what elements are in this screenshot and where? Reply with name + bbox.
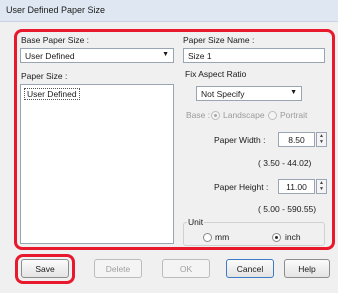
cancel-button[interactable]: Cancel — [226, 259, 274, 278]
window-title: User Defined Paper Size — [6, 5, 106, 15]
delete-button[interactable]: Delete — [94, 259, 142, 278]
ok-button[interactable]: OK — [162, 259, 210, 278]
help-button[interactable]: Help — [284, 259, 330, 278]
highlight-box-save — [15, 254, 75, 284]
highlight-box-settings — [14, 29, 335, 250]
title-bar: User Defined Paper Size — [0, 0, 338, 22]
